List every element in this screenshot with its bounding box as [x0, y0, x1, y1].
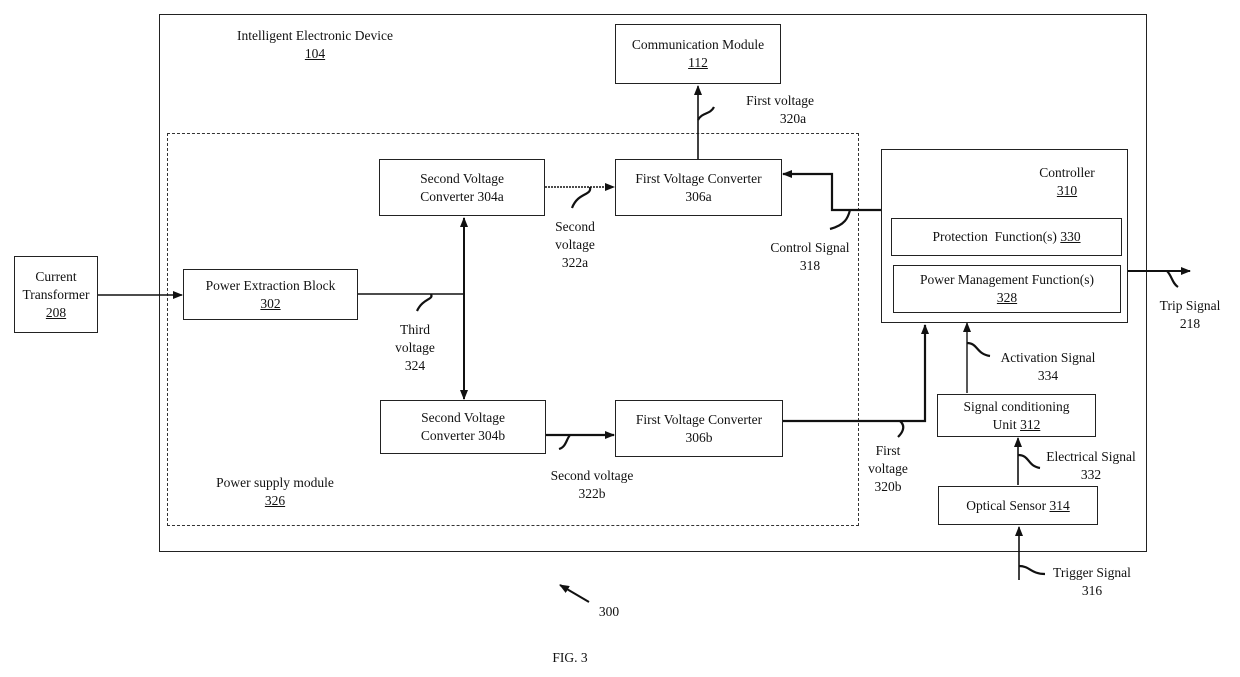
block-text: Transformer [22, 286, 90, 302]
communication-module-block[interactable]: Communication Module 112 [615, 24, 781, 84]
controller-label: Controller 310 [1022, 164, 1112, 200]
block-text: Converter 304b [420, 428, 506, 443]
block-text: Converter 304a [420, 188, 504, 204]
signal-text: Trip Signal [1159, 298, 1221, 313]
leader-control-signal [829, 209, 852, 231]
block-ref: 208 [45, 304, 67, 320]
second-voltage-converter-b[interactable]: Second Voltage Converter 304b [380, 400, 546, 454]
trip-signal-label: Trip Signal 218 [1150, 297, 1230, 333]
leader-third-voltage [416, 293, 433, 312]
power-supply-label: Power supply module 326 [190, 474, 360, 510]
signal-text: First [875, 443, 901, 458]
signal-text: Trigger Signal [1053, 565, 1131, 580]
signal-conditioning-unit-block[interactable]: Signal conditioning Unit 312 [937, 394, 1096, 437]
control-signal-label: Control Signal 318 [758, 239, 862, 275]
signal-ref: 322b [578, 486, 606, 501]
ied-label: Intelligent Electronic Device 104 [205, 27, 425, 63]
third-voltage-label: Third voltage 324 [385, 321, 445, 375]
signal-text: voltage [395, 340, 435, 355]
block-text: Second Voltage [420, 170, 504, 186]
current-transformer-block[interactable]: Current Transformer 208 [14, 256, 98, 333]
power-supply-ref: 326 [264, 493, 286, 508]
signal-ref: 316 [1081, 583, 1103, 598]
first-voltage-b-label: First voltage 320b [857, 442, 919, 496]
power-supply-title: Power supply module [216, 475, 334, 490]
figure-reference: 300 [598, 604, 620, 619]
second-voltage-converter-a[interactable]: Second Voltage Converter 304a [379, 159, 545, 216]
leader-trip-signal [1166, 270, 1179, 288]
second-voltage-b-label: Second voltage 322b [537, 467, 647, 503]
block-text: Unit [992, 416, 1021, 432]
block-text: First Voltage Converter [635, 170, 762, 186]
trigger-signal-label: Trigger Signal 316 [1040, 564, 1144, 600]
leader-activation [966, 341, 991, 358]
block-ref: 330 [1060, 229, 1081, 244]
activation-signal-label: Activation Signal 334 [988, 349, 1108, 385]
block-ref: 328 [996, 290, 1018, 305]
signal-text: Second voltage [550, 468, 634, 483]
block-ref: 314 [1049, 497, 1070, 513]
first-voltage-converter-b[interactable]: First Voltage Converter 306b [615, 400, 783, 457]
signal-text: First voltage [746, 93, 814, 108]
protection-functions-block[interactable]: Protection Function(s) 330 [891, 218, 1122, 256]
power-extraction-block[interactable]: Power Extraction Block 302 [183, 269, 358, 320]
block-text: Second Voltage [421, 410, 505, 425]
block-text: 306b [685, 429, 713, 445]
block-text: Signal conditioning [963, 398, 1070, 414]
ied-ref: 104 [304, 46, 326, 61]
block-text: Protection Function(s) [932, 229, 1061, 244]
figure-caption: FIG. 3 [552, 650, 588, 665]
ied-title: Intelligent Electronic Device [237, 28, 393, 43]
signal-text: voltage [555, 237, 595, 252]
block-text: Power Management Function(s) [920, 272, 1094, 287]
block-text: Optical Sensor [966, 497, 1050, 513]
block-text: Communication Module [631, 37, 765, 52]
leader-first-voltage-b [897, 420, 905, 438]
leader-second-voltage-b [558, 434, 571, 451]
block-text: Power Extraction Block [205, 277, 336, 293]
block-ref: 312 [1020, 416, 1041, 432]
block-ref: 302 [260, 295, 281, 311]
block-ref: 310 [1056, 183, 1078, 198]
signal-ref: 218 [1179, 316, 1201, 331]
electrical-signal-label: Electrical Signal 332 [1036, 448, 1146, 484]
first-voltage-a-label: First voltage 320a [730, 92, 830, 128]
block-text: 306a [685, 188, 712, 204]
signal-text: Activation Signal [1000, 350, 1096, 365]
signal-ref: 322a [561, 255, 589, 270]
pointer-300 [559, 584, 590, 603]
wire-fvc-b-to-controller [783, 324, 929, 423]
wire-control-signal [782, 170, 881, 212]
signal-text: Third [400, 322, 430, 337]
block-text: Current [35, 268, 77, 284]
leader-second-voltage-a [570, 186, 592, 209]
signal-ref: 320a [779, 111, 807, 126]
second-voltage-a-label: Second voltage 322a [545, 218, 605, 272]
signal-ref: 320b [874, 479, 902, 494]
optical-sensor-block[interactable]: Optical Sensor 314 [938, 486, 1098, 525]
signal-ref: 318 [799, 258, 821, 273]
signal-text: Electrical Signal [1046, 449, 1136, 464]
block-text: Controller [1039, 165, 1095, 180]
signal-ref: 332 [1080, 467, 1102, 482]
signal-ref: 324 [404, 358, 426, 373]
signal-text: Control Signal [770, 240, 850, 255]
signal-ref: 334 [1037, 368, 1059, 383]
leader-first-voltage-a [697, 106, 715, 121]
signal-text: Second [555, 219, 595, 234]
signal-text: voltage [868, 461, 908, 476]
controller-block[interactable]: Controller 310 Protection Function(s) 33… [881, 149, 1128, 323]
first-voltage-converter-a[interactable]: First Voltage Converter 306a [615, 159, 782, 216]
block-text: First Voltage Converter [635, 411, 763, 427]
power-management-functions-block[interactable]: Power Management Function(s) 328 [893, 265, 1121, 313]
block-ref: 112 [688, 55, 708, 70]
